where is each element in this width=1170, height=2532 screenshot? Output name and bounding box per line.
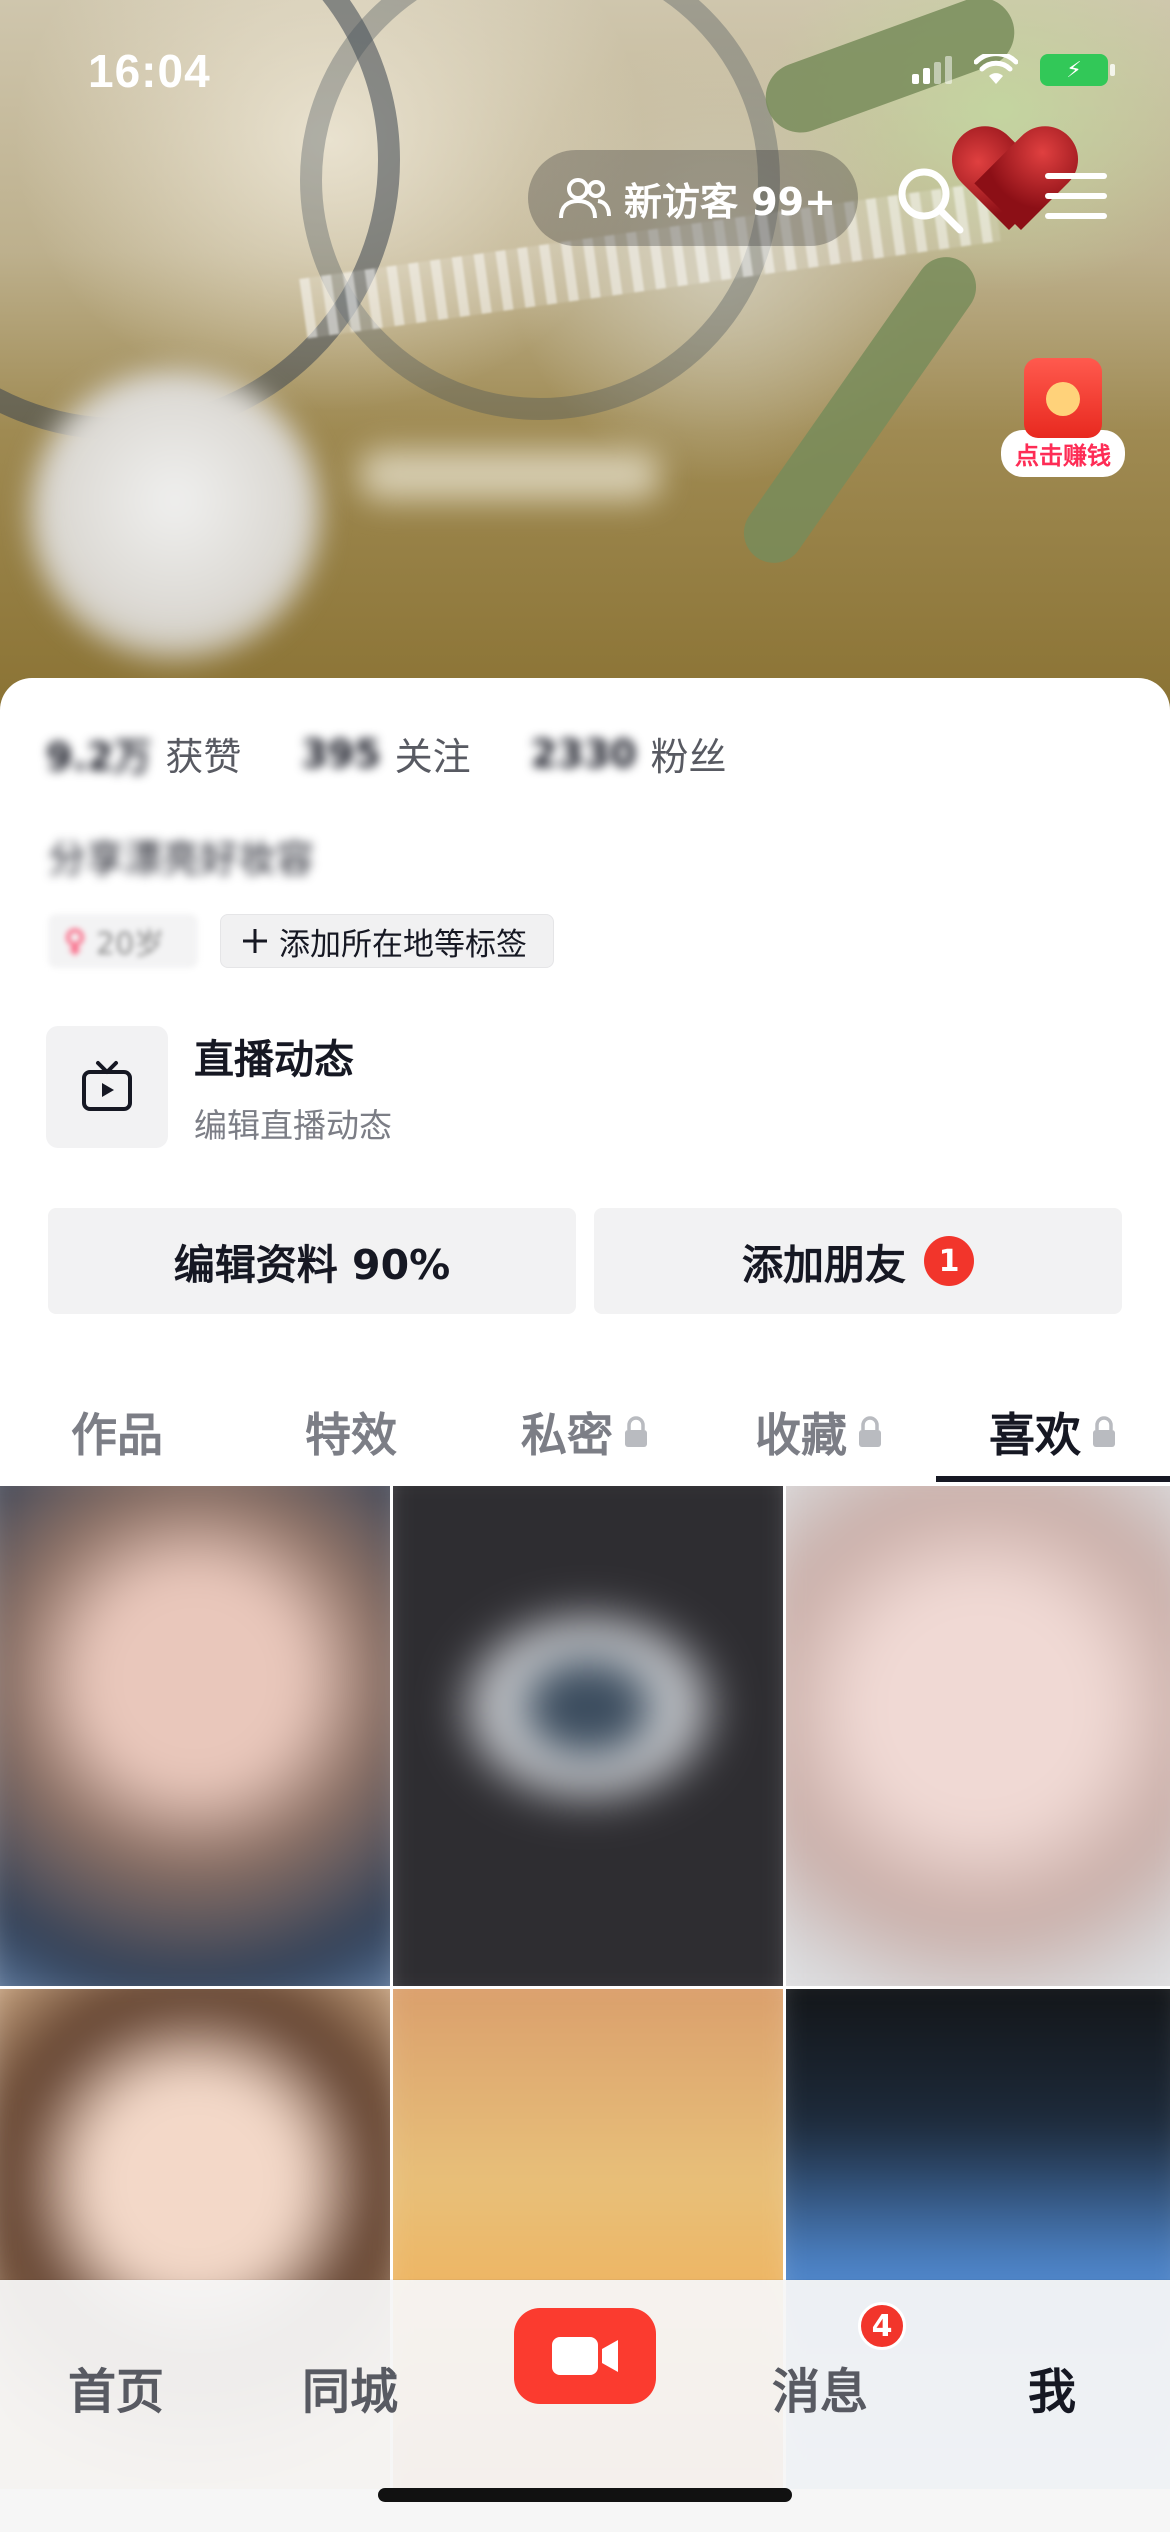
add-tag-button[interactable]: 添加所在地等标签 bbox=[220, 914, 554, 968]
edit-profile-button[interactable]: 编辑资料 90% bbox=[48, 1208, 576, 1314]
search-icon[interactable] bbox=[890, 160, 970, 240]
tab-effects[interactable]: 特效 bbox=[234, 1382, 468, 1482]
add-tag-label: 添加所在地等标签 bbox=[279, 926, 527, 963]
plus-icon bbox=[243, 929, 267, 953]
nav-me[interactable]: 我 bbox=[972, 2352, 1132, 2422]
tab-effects-label: 特效 bbox=[305, 1408, 397, 1462]
active-tab-indicator bbox=[936, 1476, 1170, 1482]
gender-icon: ♀ bbox=[64, 923, 86, 959]
age-tag-label: 20岁 bbox=[95, 927, 165, 962]
stat-followers[interactable]: 2330 粉丝 bbox=[531, 726, 727, 781]
stat-following-label: 关注 bbox=[394, 735, 471, 779]
new-visitors-button[interactable]: 新访客 99+ bbox=[528, 150, 858, 246]
liked-videos-grid bbox=[0, 1486, 1170, 2489]
video-thumbnail[interactable] bbox=[393, 1486, 783, 1986]
profile-cover-image[interactable] bbox=[0, 0, 1170, 720]
nav-home[interactable]: 首页 bbox=[36, 2352, 196, 2422]
edit-profile-label: 编辑资料 90% bbox=[173, 1241, 451, 1289]
signal-icon bbox=[912, 56, 952, 84]
stat-likes-label: 获赞 bbox=[165, 735, 242, 779]
status-time: 16:04 bbox=[88, 45, 211, 97]
people-icon bbox=[559, 178, 611, 219]
lock-icon bbox=[1093, 1416, 1115, 1447]
tab-private[interactable]: 私密 bbox=[468, 1382, 702, 1482]
tab-private-label: 私密 bbox=[521, 1408, 613, 1462]
stat-followers-label: 粉丝 bbox=[650, 735, 727, 779]
lock-icon bbox=[625, 1416, 647, 1447]
status-indicators: ⚡ bbox=[912, 54, 1115, 86]
live-updates-entry[interactable]: 直播动态 编辑直播动态 bbox=[46, 1026, 392, 1148]
new-visitors-label: 新访客 99+ bbox=[624, 179, 836, 224]
nav-nearby[interactable]: 同城 bbox=[270, 2352, 430, 2422]
live-subtitle: 编辑直播动态 bbox=[194, 1106, 392, 1145]
age-tag[interactable]: ♀ 20岁 bbox=[48, 914, 198, 968]
menu-icon[interactable] bbox=[1040, 160, 1112, 232]
tab-likes-label: 喜欢 bbox=[989, 1408, 1081, 1462]
stat-followers-value: 2330 bbox=[530, 731, 637, 776]
tv-icon bbox=[46, 1026, 168, 1148]
add-friend-button[interactable]: 添加朋友 1 bbox=[594, 1208, 1122, 1314]
tab-favorites-label: 收藏 bbox=[755, 1408, 847, 1462]
redpacket-icon bbox=[1024, 358, 1102, 438]
tab-likes[interactable]: 喜欢 bbox=[936, 1382, 1170, 1482]
add-friend-label: 添加朋友 bbox=[742, 1241, 906, 1289]
add-friend-badge: 1 bbox=[924, 1236, 974, 1286]
post-video-button[interactable] bbox=[514, 2308, 656, 2404]
profile-bio[interactable]: 分享漂亮好妆容 bbox=[48, 828, 314, 883]
tab-works[interactable]: 作品 bbox=[0, 1382, 234, 1482]
username bbox=[360, 450, 660, 500]
profile-tags: ♀ 20岁 添加所在地等标签 bbox=[48, 914, 554, 968]
lock-icon bbox=[859, 1416, 881, 1447]
profile-stats: 9.2万 获赞 395 关注 2330 粉丝 bbox=[46, 726, 786, 781]
content-tabs: 作品 特效 私密 收藏 喜欢 bbox=[0, 1382, 1170, 1482]
messages-badge: 4 bbox=[858, 2302, 906, 2350]
video-camera-icon bbox=[552, 2337, 618, 2375]
wifi-icon bbox=[974, 54, 1018, 84]
stat-likes-value: 9.2万 bbox=[46, 735, 152, 779]
avatar[interactable] bbox=[30, 370, 320, 660]
live-title: 直播动态 bbox=[194, 1037, 354, 1083]
nav-messages[interactable]: 消息 bbox=[740, 2352, 900, 2422]
earn-money-redpacket[interactable]: 点击赚钱 bbox=[998, 358, 1128, 478]
video-thumbnail[interactable] bbox=[0, 1486, 390, 1986]
profile-card: 9.2万 获赞 395 关注 2330 粉丝 分享漂亮好妆容 ♀ 20岁 添加所… bbox=[0, 678, 1170, 1478]
tab-works-label: 作品 bbox=[71, 1408, 163, 1462]
tab-favorites[interactable]: 收藏 bbox=[702, 1382, 936, 1482]
stat-likes[interactable]: 9.2万 获赞 bbox=[46, 726, 241, 781]
battery-charging-icon: ⚡ bbox=[1040, 54, 1115, 86]
stat-following[interactable]: 395 关注 bbox=[301, 726, 470, 781]
stat-following-value: 395 bbox=[301, 731, 381, 776]
home-indicator[interactable] bbox=[378, 2488, 792, 2502]
video-thumbnail[interactable] bbox=[786, 1486, 1170, 1986]
profile-actions: 编辑资料 90% 添加朋友 1 bbox=[48, 1208, 1122, 1314]
